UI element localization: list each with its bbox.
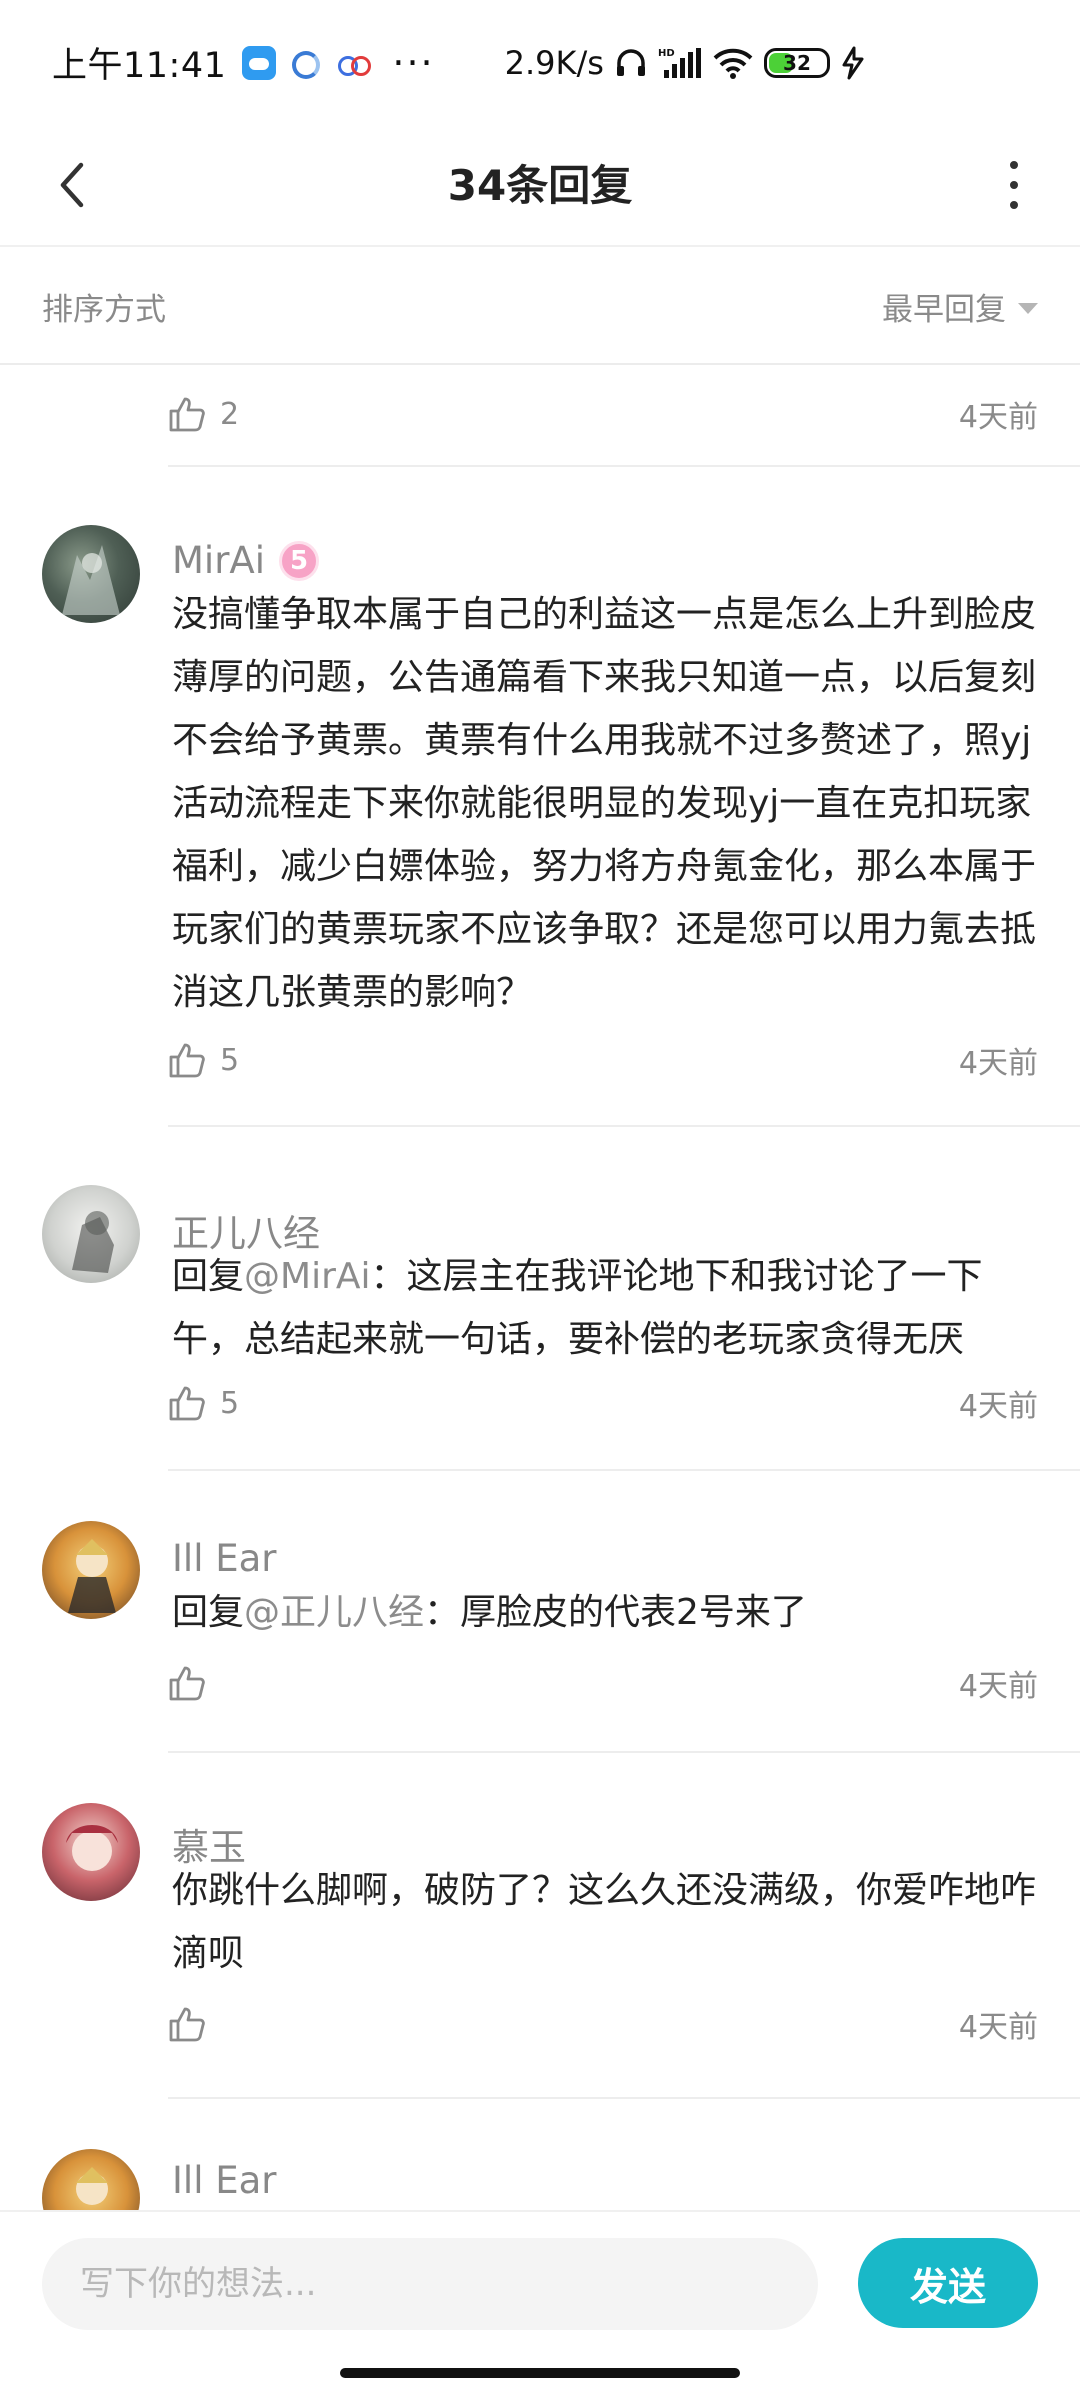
reply-content: 没搞懂争取本属于自己的利益这一点是怎么上升到脸皮薄厚的问题，公告通篇看下来我只知… bbox=[172, 594, 1037, 1013]
avatar-art-icon bbox=[62, 545, 120, 615]
list-item: Ill Ear bbox=[0, 2099, 1080, 2210]
cloud-app-icon bbox=[242, 45, 277, 80]
send-button[interactable]: 发送 bbox=[858, 2238, 1038, 2328]
reply-time: 4天前 bbox=[958, 2010, 1038, 2045]
like-count: 5 bbox=[220, 1385, 240, 1421]
avatar[interactable] bbox=[42, 2149, 140, 2210]
like-button[interactable] bbox=[168, 2005, 220, 2043]
more-options-button[interactable] bbox=[978, 149, 1050, 221]
reply-content: 回复@正儿八经：厚脸皮的代表2号来了 bbox=[172, 1592, 807, 1633]
avatar[interactable] bbox=[42, 525, 140, 623]
more-dot-icon bbox=[1010, 161, 1018, 169]
reply-time: 4天前 bbox=[958, 1389, 1038, 1424]
reply-time: 4天前 bbox=[958, 1669, 1038, 1704]
reply-composer: 发送 bbox=[0, 2210, 1080, 2360]
headphones-icon bbox=[616, 48, 645, 76]
reply-list[interactable]: 2 4天前 MirAi 5 没搞懂争取本属于自己的利益这一点是怎么上升到脸皮薄厚… bbox=[0, 367, 1080, 2400]
avatar[interactable] bbox=[42, 1803, 140, 1901]
thumbs-up-icon bbox=[169, 397, 205, 432]
reply-input[interactable] bbox=[42, 2238, 818, 2330]
user-name[interactable]: Ill Ear bbox=[172, 2159, 277, 2202]
caret-down-icon bbox=[1018, 302, 1038, 314]
page-title: 34条回复 bbox=[447, 161, 633, 210]
avatar-art-icon bbox=[72, 1211, 114, 1273]
sort-dropdown[interactable]: 最早回复 bbox=[882, 284, 1038, 329]
thumbs-up-icon bbox=[169, 1386, 205, 1421]
user-name[interactable]: Ill Ear bbox=[172, 1537, 277, 1580]
thumbs-up-icon bbox=[169, 1666, 205, 1701]
reply-content: 回复@MirAi：这层主在我评论地下和我讨论了一下午，总结起来就一句话，要补偿的… bbox=[172, 1256, 983, 1360]
sort-label: 排序方式 bbox=[42, 291, 166, 328]
chevron-left-icon bbox=[60, 162, 84, 208]
more-dot-icon bbox=[1010, 201, 1018, 209]
avatar-art-icon bbox=[76, 2167, 108, 2205]
like-button[interactable]: 5 bbox=[168, 1041, 239, 1079]
thumbs-up-icon bbox=[169, 2007, 205, 2042]
list-item: 2 4天前 bbox=[0, 367, 1080, 467]
avatar-art-icon bbox=[66, 1825, 118, 1871]
signal-hd-icon: HD bbox=[658, 47, 701, 78]
back-button[interactable] bbox=[36, 149, 108, 221]
list-item: MirAi 5 没搞懂争取本属于自己的利益这一点是怎么上升到脸皮薄厚的问题，公告… bbox=[0, 467, 1080, 1127]
level-badge: 5 bbox=[279, 540, 320, 581]
user-name[interactable]: MirAi 5 bbox=[172, 539, 320, 582]
like-count: 2 bbox=[220, 396, 240, 432]
wifi-icon bbox=[713, 48, 753, 79]
thumbs-up-icon bbox=[169, 1043, 205, 1078]
reply-time: 4天前 bbox=[958, 1046, 1038, 1081]
avatar[interactable] bbox=[42, 1521, 140, 1619]
list-item: 慕玉 你跳什么脚啊，破防了？这么久还没满级，你爱咋地咋滴呗 4天前 bbox=[0, 1753, 1080, 2099]
mention-link[interactable]: @MirAi bbox=[244, 1256, 371, 1297]
charging-icon bbox=[842, 46, 864, 79]
status-bar: 上午11:41 ··· 2.9K/s HD 32 bbox=[0, 0, 1080, 125]
browser-app-icon bbox=[292, 50, 321, 79]
sort-bar: 排序方式 最早回复 bbox=[0, 249, 1080, 365]
more-dot-icon bbox=[1010, 181, 1018, 189]
baidu-app-icon bbox=[336, 46, 372, 80]
svg-text:HD: HD bbox=[658, 48, 675, 59]
like-button[interactable]: 5 bbox=[168, 1384, 239, 1422]
reply-content: 你跳什么脚啊，破防了？这么久还没满级，你爱咋地咋滴呗 bbox=[172, 1870, 1037, 1974]
more-notifications-icon: ··· bbox=[392, 40, 435, 85]
avatar[interactable] bbox=[42, 1185, 140, 1283]
list-item: Ill Ear 回复@正儿八经：厚脸皮的代表2号来了 4天前 bbox=[0, 1471, 1080, 1753]
battery-icon: 32 bbox=[763, 47, 830, 78]
like-button[interactable] bbox=[168, 1664, 220, 1702]
list-item: 正儿八经 回复@MirAi：这层主在我评论地下和我讨论了一下午，总结起来就一句话… bbox=[0, 1127, 1080, 1471]
status-time: 上午11:41 bbox=[52, 46, 227, 86]
avatar-art-icon bbox=[68, 1539, 116, 1613]
sort-selected-value: 最早回复 bbox=[882, 291, 1006, 328]
like-button[interactable]: 2 bbox=[168, 395, 239, 433]
reply-time: 4天前 bbox=[958, 400, 1038, 435]
app-header: 34条回复 bbox=[0, 125, 1080, 247]
network-speed: 2.9K/s bbox=[504, 43, 604, 82]
home-indicator[interactable] bbox=[340, 2368, 740, 2378]
mention-link[interactable]: @正儿八经 bbox=[244, 1592, 424, 1633]
like-count: 5 bbox=[220, 1042, 240, 1078]
